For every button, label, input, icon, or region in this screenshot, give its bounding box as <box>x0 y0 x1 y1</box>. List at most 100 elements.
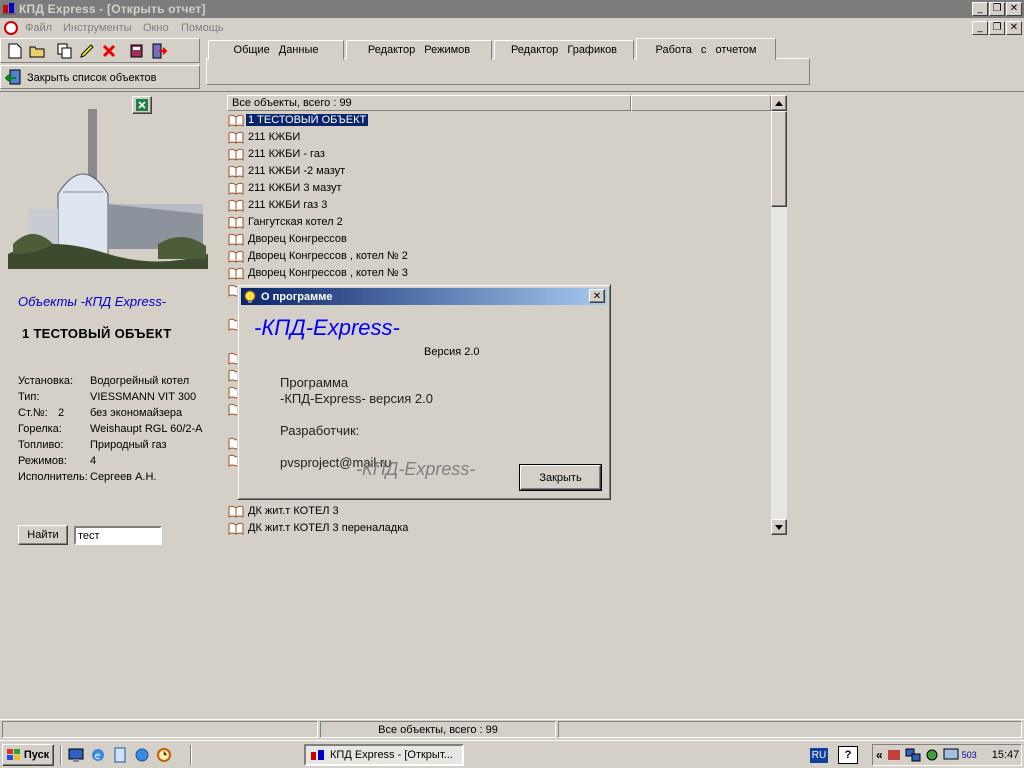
doc-icon[interactable] <box>4 21 18 35</box>
monitor-icon[interactable] <box>943 747 959 763</box>
minimize-button[interactable]: _ <box>972 2 988 16</box>
prop-label-station: Ст.№: <box>18 407 48 419</box>
menu-help[interactable]: Помощь <box>181 22 224 34</box>
about-dialog: О программе ✕ -КПД-Express- Версия 2.0 П… <box>237 284 611 500</box>
edit-icon[interactable] <box>77 41 97 61</box>
quick-launch: e <box>68 747 172 763</box>
language-indicator[interactable]: RU <box>809 747 829 763</box>
list-toolbar: Закрыть список объектов <box>0 65 200 89</box>
status-panel-count: Все объекты, всего : 99 <box>320 721 556 738</box>
list-item[interactable]: 211 КЖБИ -2 мазут <box>228 162 347 179</box>
scroll-thumb[interactable] <box>771 111 787 207</box>
object-name: 1 ТЕСТОВЫЙ ОБЪЕКТ <box>22 326 172 341</box>
open-folder-icon[interactable] <box>27 41 47 61</box>
book-open-icon <box>228 199 244 212</box>
restore-button[interactable]: ❐ <box>989 2 1005 16</box>
close-list-button[interactable]: Закрыть список объектов <box>5 68 157 88</box>
list-item[interactable]: 211 КЖБИ <box>228 128 302 145</box>
scroll-up-button[interactable] <box>771 95 787 111</box>
menu-window[interactable]: Окно <box>143 22 169 34</box>
title-bar: КПД Express - [Открыть отчет] _ ❐ ✕ <box>0 0 1024 18</box>
prop-label-burner: Горелка: <box>18 423 62 435</box>
list-header-col2[interactable] <box>631 95 771 111</box>
book-icon[interactable] <box>127 41 147 61</box>
scroll-down-button[interactable] <box>771 519 787 535</box>
tray-expand-chevron[interactable]: « <box>876 748 883 762</box>
main-toolbar <box>0 38 200 63</box>
list-item[interactable]: Дворец Конгрессов , котел № 2 <box>228 247 410 264</box>
start-button[interactable]: Пуск <box>2 744 54 766</box>
desktop-icon[interactable] <box>68 747 84 763</box>
prop-value-executor: Сергеев А.Н. <box>90 471 157 483</box>
prop-label-fuel: Топливо: <box>18 439 64 451</box>
dialog-close-button[interactable]: Закрыть <box>519 464 602 491</box>
list-item[interactable]: 211 КЖБИ 3 мазут <box>228 179 344 196</box>
taskbar-task-label: КПД Express - [Открыт... <box>330 749 453 761</box>
clock[interactable]: 15:47 <box>992 749 1020 761</box>
list-item[interactable]: 211 КЖБИ газ 3 <box>228 196 329 213</box>
prop-value-fuel: Природный газ <box>90 439 167 451</box>
tab-charts-editor[interactable]: Редактор Графиков <box>494 40 634 60</box>
prop-value-station: без экономайзера <box>90 407 183 419</box>
kpd-app-icon <box>311 750 324 760</box>
help-icon[interactable]: ? <box>838 746 858 764</box>
system-tray: « 503 15:47 <box>872 744 1022 766</box>
book-open-icon <box>228 148 244 161</box>
new-file-icon[interactable] <box>5 41 25 61</box>
close-button[interactable]: ✕ <box>1006 2 1022 16</box>
prop-value-burner: Weishaupt RGL 60/2-A <box>90 423 203 435</box>
explorer-icon[interactable] <box>134 747 150 763</box>
list-item[interactable]: ДК жит.т КОТЕЛ 3 переналадка <box>228 519 410 536</box>
taskbar-task-kpd[interactable]: КПД Express - [Открыт... <box>304 744 464 766</box>
delete-icon[interactable] <box>99 41 119 61</box>
dialog-line-version: -КПД-Express- версия 2.0 <box>280 391 433 406</box>
prop-value-modes: 4 <box>90 455 97 467</box>
menu-tools[interactable]: Инструменты <box>63 22 132 34</box>
left-panel: Объекты -КПД Express- 1 ТЕСТОВЫЙ ОБЪЕКТ … <box>0 92 222 718</box>
app-icon[interactable] <box>2 2 16 16</box>
tray-app-icon[interactable] <box>886 747 902 763</box>
find-button[interactable]: Найти <box>18 525 68 545</box>
list-item[interactable]: Дворец Конгрессов , котел № 3 <box>228 264 410 281</box>
ie-icon[interactable]: e <box>90 747 106 763</box>
network-icon[interactable] <box>905 747 921 763</box>
find-input[interactable] <box>74 526 162 545</box>
prop-label-install: Установка: <box>18 375 74 387</box>
list-item[interactable]: 1 ТЕСТОВЫЙ ОБЪЕКТ <box>228 111 369 128</box>
list-item[interactable]: ДК жит.т КОТЕЛ 3 <box>228 502 341 519</box>
list-header[interactable]: Все объекты, всего : 99 <box>227 95 631 111</box>
list-item[interactable]: Гангутская котел 2 <box>228 213 345 230</box>
book-open-icon <box>228 250 244 263</box>
mdi-restore-button[interactable]: ❐ <box>989 21 1005 35</box>
book-open-icon <box>228 267 244 280</box>
taskbar: Пуск e КПД Express - [Открыт... RU ? « 5… <box>0 740 1024 768</box>
book-open-icon <box>228 114 244 127</box>
notepad-icon[interactable] <box>112 747 128 763</box>
mdi-minimize-button[interactable]: _ <box>972 21 988 35</box>
tab-area: Общие Данные Редактор Режимов Редактор Г… <box>206 38 810 86</box>
prop-label-executor: Исполнитель: <box>18 471 88 483</box>
window-title: КПД Express - [Открыть отчет] <box>19 2 206 16</box>
windows-logo-icon <box>6 749 20 760</box>
tray-number: 503 <box>961 750 977 760</box>
tab-report-work[interactable]: Работа с отчетом <box>636 38 776 60</box>
menu-file[interactable]: Файл <box>25 22 52 34</box>
clock-app-icon[interactable] <box>156 747 172 763</box>
list-scrollbar[interactable] <box>771 95 787 535</box>
tab-modes-editor[interactable]: Редактор Режимов <box>346 40 492 60</box>
start-label: Пуск <box>23 749 50 761</box>
list-item[interactable]: Дворец Конгрессов <box>228 230 349 247</box>
menu-bar: Файл Инструменты Окно Помощь _ ❐ ✕ <box>0 19 1024 37</box>
close-list-icon <box>5 69 21 85</box>
copy-icon[interactable] <box>55 41 75 61</box>
list-item[interactable]: 211 КЖБИ - газ <box>228 145 327 162</box>
exit-icon[interactable] <box>149 41 169 61</box>
prop-label-modes: Режимов: <box>18 455 67 467</box>
mdi-close-button[interactable]: ✕ <box>1006 21 1022 35</box>
list-header-label: Все объекты, всего : 99 <box>232 97 352 109</box>
dialog-close-icon[interactable]: ✕ <box>589 289 605 303</box>
book-open-icon <box>228 131 244 144</box>
dialog-app-name: -КПД-Express- <box>254 315 400 340</box>
tray-settings-icon[interactable] <box>924 747 940 763</box>
tab-general-data[interactable]: Общие Данные <box>208 40 344 60</box>
